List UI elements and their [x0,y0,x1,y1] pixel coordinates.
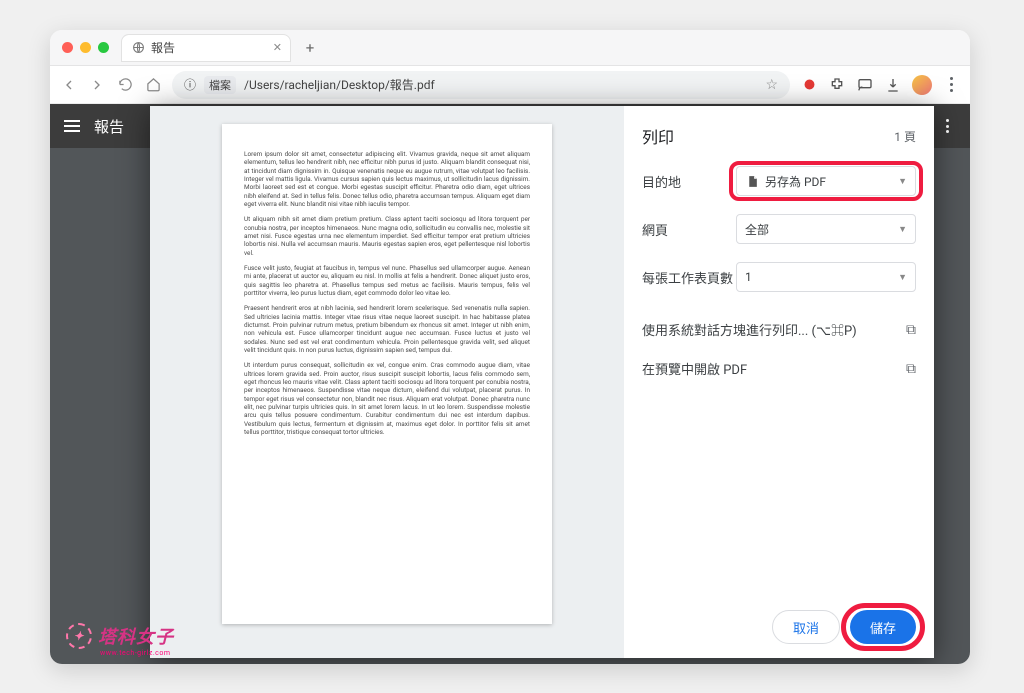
pdf-more-icon[interactable] [938,117,956,135]
cast-icon[interactable] [856,76,874,94]
print-dialog: Lorem ipsum dolor sit amet, consectetur … [150,106,934,658]
menu-button[interactable] [942,76,960,94]
pdf-icon [745,174,759,188]
dialog-actions: 取消 儲存 [642,610,916,644]
extensions-button[interactable] [828,76,846,94]
open-external-icon: ⧉ [906,322,916,338]
watermark: ✦ 塔科女子 www.tech-girlz.com [66,623,174,649]
home-button[interactable] [144,76,162,94]
close-window[interactable] [62,42,73,53]
bookmark-star-icon[interactable]: ☆ [765,77,778,93]
page-count: 1 頁 [894,128,916,145]
chevron-down-icon: ▼ [898,272,907,283]
extension-icon[interactable] [800,76,818,94]
print-settings-panel: 列印 1 頁 目的地 另存為 PDF ▼ 網頁 全部 ▼ [624,106,934,658]
window-controls [62,42,109,53]
pages-label: 網頁 [642,220,736,239]
downloads-icon[interactable] [884,76,902,94]
watermark-name: 塔科女子 [98,623,174,649]
minimize-window[interactable] [80,42,91,53]
pdf-title: 報告 [94,116,124,137]
globe-icon [132,41,145,54]
sheets-value: 1 [745,270,752,284]
pages-select[interactable]: 全部 ▼ [736,214,916,244]
system-dialog-link[interactable]: 使用系統對話方塊進行列印... (⌥⌘P) ⧉ [642,310,916,349]
destination-select[interactable]: 另存為 PDF ▼ [736,166,916,196]
back-button[interactable] [60,76,78,94]
browser-window: 報告 ✕ + ⓘ 檔案 /Users/racheljian/Desktop/報告… [50,30,970,664]
save-button[interactable]: 儲存 [850,610,916,644]
pdf-menu-icon[interactable] [64,120,80,132]
url-text: /Users/racheljian/Desktop/報告.pdf [244,76,435,93]
new-tab-button[interactable]: + [299,37,321,59]
address-bar[interactable]: ⓘ 檔案 /Users/racheljian/Desktop/報告.pdf ☆ [172,71,790,99]
info-icon: ⓘ [184,76,196,93]
destination-label: 目的地 [642,172,736,191]
preview-page: Lorem ipsum dolor sit amet, consectetur … [222,124,552,624]
forward-button[interactable] [88,76,106,94]
browser-tab[interactable]: 報告 ✕ [121,34,291,62]
watermark-icon: ✦ [66,623,92,649]
sheets-label: 每張工作表頁數 [642,268,736,287]
open-external-icon: ⧉ [906,361,916,377]
destination-value: 另存為 PDF [765,173,826,190]
print-preview: Lorem ipsum dolor sit amet, consectetur … [150,106,624,658]
tab-title: 報告 [151,39,175,56]
scheme-badge: 檔案 [204,76,236,94]
tab-close-icon[interactable]: ✕ [273,41,282,54]
content-area: 報告 Ut interdum purus consequat, sollicit… [50,104,970,664]
profile-avatar[interactable] [912,75,932,95]
maximize-window[interactable] [98,42,109,53]
watermark-url: www.tech-girlz.com [100,649,170,657]
reload-button[interactable] [116,76,134,94]
open-preview-link[interactable]: 在預覽中開啟 PDF ⧉ [642,349,916,388]
titlebar: 報告 ✕ + [50,30,970,66]
pages-value: 全部 [745,221,769,238]
cancel-button[interactable]: 取消 [772,610,840,644]
print-title: 列印 [642,124,674,148]
chevron-down-icon: ▼ [898,224,907,235]
browser-toolbar: ⓘ 檔案 /Users/racheljian/Desktop/報告.pdf ☆ [50,66,970,104]
chevron-down-icon: ▼ [898,176,907,187]
sheets-select[interactable]: 1 ▼ [736,262,916,292]
